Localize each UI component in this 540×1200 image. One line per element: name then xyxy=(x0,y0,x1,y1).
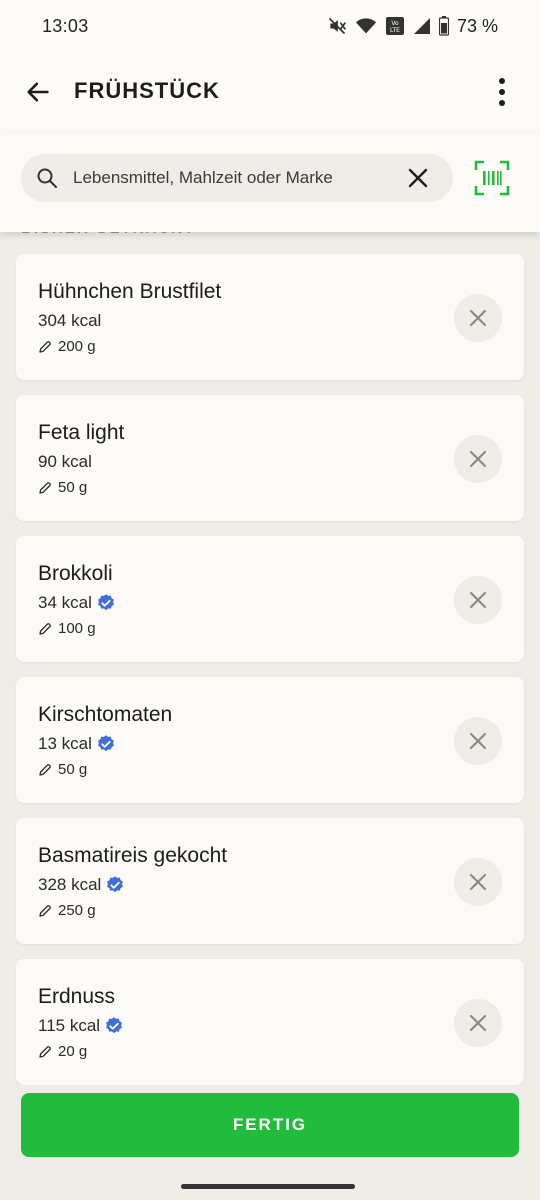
status-bar: 13:03 Vo LTE 73 % xyxy=(0,0,540,52)
battery-icon xyxy=(438,16,449,36)
pencil-icon xyxy=(39,763,51,776)
remove-food-button[interactable] xyxy=(454,435,502,483)
food-kcal: 13 kcal xyxy=(38,734,116,754)
app-bar: FRÜHSTÜCK xyxy=(0,52,540,132)
close-icon xyxy=(469,1014,487,1032)
amount-value: 20 g xyxy=(58,1043,88,1060)
kcal-value: 304 kcal xyxy=(38,311,102,330)
food-kcal: 115 kcal xyxy=(38,1016,124,1036)
kcal-value: 34 kcal xyxy=(38,593,92,612)
food-name: Brokkoli xyxy=(38,562,113,585)
close-icon xyxy=(469,732,487,750)
wifi-icon xyxy=(355,16,377,36)
status-time: 13:03 xyxy=(42,15,89,36)
amount-value: 50 g xyxy=(58,479,88,496)
svg-text:Vo: Vo xyxy=(391,20,399,27)
food-name: Hühnchen Brustfilet xyxy=(38,280,222,303)
food-card[interactable]: Hühnchen Brustfilet 304 kcal 200 g xyxy=(16,254,524,380)
food-card[interactable]: Feta light 90 kcal 50 g xyxy=(16,395,524,521)
close-icon xyxy=(469,450,487,468)
mute-icon xyxy=(327,16,347,36)
search-box[interactable] xyxy=(21,154,453,202)
food-kcal: 328 kcal xyxy=(38,875,125,895)
remove-food-button[interactable] xyxy=(454,294,502,342)
food-card[interactable]: Brokkoli 34 kcal 100 g xyxy=(16,536,524,662)
verified-badge-icon xyxy=(107,876,124,893)
back-button[interactable] xyxy=(22,76,54,108)
status-icons: Vo LTE 73 % xyxy=(327,16,498,37)
barcode-scan-button[interactable] xyxy=(472,158,512,198)
verified-badge-icon xyxy=(97,594,114,611)
remove-food-button[interactable] xyxy=(454,858,502,906)
food-name: Feta light xyxy=(38,421,125,444)
remove-food-button[interactable] xyxy=(454,999,502,1047)
food-list: Hühnchen Brustfilet 304 kcal 200 g Feta lig… xyxy=(16,254,524,1100)
food-amount: 20 g xyxy=(38,1043,87,1060)
close-icon xyxy=(408,168,428,188)
home-indicator[interactable] xyxy=(181,1184,355,1189)
arrow-left-icon xyxy=(27,82,49,102)
verified-badge-icon xyxy=(106,1017,122,1034)
kcal-value: 115 kcal xyxy=(38,1016,101,1035)
bottom-panel: FERTIG xyxy=(0,1085,540,1200)
kcal-value: 328 kcal xyxy=(38,875,102,894)
pencil-icon xyxy=(39,340,51,353)
search-icon xyxy=(37,168,57,188)
more-vert-icon xyxy=(499,78,505,106)
battery-percent: 73 % xyxy=(456,15,498,36)
svg-text:LTE: LTE xyxy=(390,27,400,34)
kcal-value: 13 kcal xyxy=(38,734,92,753)
amount-value: 100 g xyxy=(58,620,96,637)
food-card[interactable]: Erdnuss 115 kcal 20 g xyxy=(16,959,524,1085)
kcal-value: 90 kcal xyxy=(38,452,92,471)
food-name: Kirschtomaten xyxy=(38,703,173,726)
volte-icon: Vo LTE xyxy=(385,16,405,36)
signal-icon xyxy=(413,17,431,35)
clear-search-button[interactable] xyxy=(405,165,431,191)
food-name: Basmatireis gekocht xyxy=(38,844,228,867)
food-amount: 50 g xyxy=(38,761,87,778)
food-kcal: 304 kcal xyxy=(38,311,101,331)
food-amount: 200 g xyxy=(38,338,96,355)
done-button[interactable]: FERTIG xyxy=(21,1093,519,1157)
pencil-icon xyxy=(39,1045,51,1058)
food-amount: 100 g xyxy=(38,620,96,637)
search-area xyxy=(0,132,540,232)
close-icon xyxy=(469,591,487,609)
pencil-icon xyxy=(39,622,51,635)
close-icon xyxy=(469,873,487,891)
page-title: FRÜHSTÜCK xyxy=(74,78,220,103)
food-amount: 250 g xyxy=(38,902,96,919)
barcode-scan-icon xyxy=(474,160,510,196)
food-amount: 50 g xyxy=(38,479,87,496)
amount-value: 50 g xyxy=(58,761,88,778)
pencil-icon xyxy=(39,481,51,494)
amount-value: 250 g xyxy=(58,902,96,919)
food-card[interactable]: Basmatireis gekocht 328 kcal 250 g xyxy=(16,818,524,944)
remove-food-button[interactable] xyxy=(454,717,502,765)
food-name: Erdnuss xyxy=(38,985,116,1008)
food-card[interactable]: Kirschtomaten 13 kcal 50 g xyxy=(16,677,524,803)
food-kcal: 34 kcal xyxy=(38,593,116,613)
amount-value: 200 g xyxy=(58,338,96,355)
food-kcal: 90 kcal xyxy=(38,452,92,472)
remove-food-button[interactable] xyxy=(454,576,502,624)
verified-badge-icon xyxy=(97,735,114,752)
pencil-icon xyxy=(39,904,51,917)
more-options-button[interactable] xyxy=(486,74,518,110)
close-icon xyxy=(469,309,487,327)
search-input[interactable] xyxy=(73,154,393,202)
